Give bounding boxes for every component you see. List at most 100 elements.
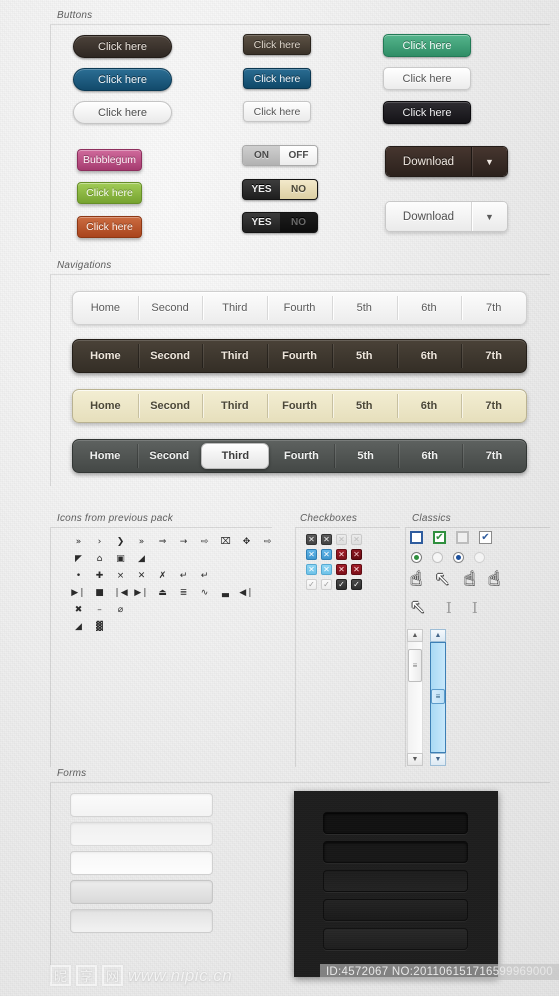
button-click-here-rect-blue[interactable]: Click here [243, 68, 311, 89]
button-click-here-green[interactable]: Click here [383, 34, 471, 57]
scroll-up-button[interactable]: ▲ [407, 629, 423, 642]
nav-item-7th[interactable]: 7th [461, 390, 526, 422]
scrollbar-blue[interactable]: ▲ ≡ ▼ [430, 629, 446, 766]
button-click-here-rust[interactable]: Click here [77, 216, 142, 238]
close-heavy-icon[interactable]: ✖ [68, 602, 89, 619]
classic-radio-disabled[interactable] [474, 552, 485, 563]
checkbox-check-dark[interactable]: ✓ [336, 579, 347, 590]
nav-item-6th[interactable]: 6th [396, 390, 462, 422]
checkbox-x-darkred[interactable]: ✕ [351, 549, 362, 560]
form-input-3[interactable] [70, 851, 213, 875]
nav-item-fourth[interactable]: Fourth [267, 390, 332, 422]
checkbox-x-dim[interactable]: ✕ [351, 534, 362, 545]
toggle-off-label[interactable]: OFF [280, 146, 317, 165]
download-split-button-light[interactable]: Download ▼ [385, 201, 508, 232]
toggle-on-label[interactable]: ON [243, 146, 280, 165]
close-light-icon[interactable]: ✗ [152, 568, 173, 585]
checkbox-check-dark[interactable]: ✓ [351, 579, 362, 590]
minus-icon[interactable]: – [89, 602, 110, 619]
play-to-end-icon[interactable]: ▶❘ [68, 585, 89, 602]
nav-gray[interactable]: Home Second Third Fourth 5th 6th 7th [72, 439, 527, 473]
plus-icon[interactable]: ✚ [89, 568, 110, 585]
classic-checkbox-disabled[interactable] [456, 531, 469, 544]
nav-item-6th[interactable]: 6th [396, 292, 462, 324]
nav-item-fourth[interactable]: Fourth [267, 292, 332, 324]
toggle-yes-no-dark[interactable]: YES NO [242, 212, 318, 233]
button-click-here-pill-white[interactable]: Click here [73, 101, 172, 124]
arrow-right-hollow-icon[interactable]: ⇨ [257, 534, 278, 551]
form-input-1[interactable] [70, 793, 213, 817]
classic-radio-selected-blue[interactable] [453, 552, 464, 563]
classic-radio-unselected[interactable] [432, 552, 443, 563]
dark-form-input-4[interactable] [323, 899, 468, 921]
classic-checkbox-unchecked-blue[interactable] [410, 531, 423, 544]
nav-item-5th[interactable]: 5th [331, 292, 397, 324]
window-icon[interactable]: ▣ [110, 551, 131, 568]
eject-icon[interactable]: ⏏ [152, 585, 173, 602]
toggle-yes-label[interactable]: YES [243, 180, 280, 199]
dot-icon[interactable]: • [68, 568, 89, 585]
list-icon[interactable]: ≣ [173, 585, 194, 602]
nav-item-5th[interactable]: 5th [333, 440, 398, 472]
button-click-here-pill-blue[interactable]: Click here [73, 68, 172, 91]
classic-radio-selected-green[interactable] [411, 552, 422, 563]
nav-item-5th[interactable]: 5th [331, 390, 397, 422]
nav-white[interactable]: Home Second Third Fourth 5th 6th 7th [72, 291, 527, 325]
fast-forward-icon[interactable]: » [131, 534, 152, 551]
double-arrow-right-icon[interactable]: ⇒ [152, 534, 173, 551]
button-click-here-rect-white[interactable]: Click here [243, 101, 311, 122]
scroll-thumb[interactable]: ≡ [431, 688, 445, 705]
button-bubblegum[interactable]: Bubblegum [77, 149, 142, 171]
nav-item-home[interactable]: Home [73, 292, 138, 324]
nav-item-second[interactable]: Second [137, 390, 203, 422]
skip-forward-icon[interactable]: ▶❘ [131, 585, 152, 602]
move-icon[interactable]: ✥ [236, 534, 257, 551]
toggle-yes-no-cream[interactable]: YES NO [242, 179, 318, 200]
close-thin-icon[interactable]: × [110, 568, 131, 585]
nav-item-second[interactable]: Second [137, 340, 203, 372]
nav-dark[interactable]: Home Second Third Fourth 5th 6th 7th [72, 339, 527, 373]
cursor-arrow-icon[interactable]: ◢ [68, 619, 89, 636]
chevron-down-icon[interactable]: ▼ [471, 202, 507, 231]
checkbox-check-white[interactable]: ✓ [321, 579, 332, 590]
rewind-to-start-icon[interactable]: ◀❘ [236, 585, 257, 602]
nav-item-7th[interactable]: 7th [461, 292, 526, 324]
arrow-right-bold-icon[interactable]: ❯ [110, 534, 131, 551]
corner-resize-icon[interactable]: ◢ [131, 551, 152, 568]
nav-item-home[interactable]: Home [73, 340, 138, 372]
toggle-yes-label[interactable]: YES [243, 213, 280, 232]
equalizer-icon[interactable]: ▃ [215, 585, 236, 602]
form-input-2[interactable] [70, 822, 213, 846]
scroll-track[interactable]: ≡ [407, 642, 423, 753]
download-split-button-dark[interactable]: Download ▼ [385, 146, 508, 177]
no-entry-icon[interactable]: ⌀ [110, 602, 131, 619]
chevron-down-icon[interactable]: ▼ [471, 147, 507, 176]
nav-cream[interactable]: Home Second Third Fourth 5th 6th 7th [72, 389, 527, 423]
checkbox-x-blue[interactable]: ✕ [306, 549, 317, 560]
scroll-down-button[interactable]: ▼ [430, 753, 446, 766]
nav-item-third[interactable]: Third [202, 292, 267, 324]
nav-item-6th[interactable]: 6th [397, 440, 462, 472]
resize-icon[interactable]: ⌧ [215, 534, 236, 551]
nav-item-5th[interactable]: 5th [331, 340, 397, 372]
corner-icon[interactable]: ◤ [68, 551, 89, 568]
scroll-down-button[interactable]: ▼ [407, 753, 423, 766]
nav-item-third-active[interactable]: Third [201, 443, 270, 469]
checkbox-x-dim[interactable]: ✕ [336, 534, 347, 545]
close-bold-icon[interactable]: ✕ [131, 568, 152, 585]
dark-form-input-2[interactable] [323, 841, 468, 863]
dark-form-input-3[interactable] [323, 870, 468, 892]
nav-item-home[interactable]: Home [73, 390, 138, 422]
skip-back-icon[interactable]: ❘◀ [110, 585, 131, 602]
arrow-right-outline-icon[interactable]: ⇨ [194, 534, 215, 551]
nav-item-fourth[interactable]: Fourth [267, 340, 332, 372]
enter-return-icon[interactable]: ↵ [173, 568, 194, 585]
checkbox-x-red[interactable]: ✕ [336, 564, 347, 575]
nav-item-third[interactable]: Third [202, 340, 267, 372]
download-label[interactable]: Download [386, 202, 471, 231]
double-chevron-right-icon[interactable]: » [68, 534, 89, 551]
button-click-here-rect-dark[interactable]: Click here [243, 34, 311, 55]
nav-item-second[interactable]: Second [137, 440, 201, 472]
nav-item-fourth[interactable]: Fourth [269, 440, 333, 472]
checkbox-x-dark[interactable]: ✕ [321, 534, 332, 545]
